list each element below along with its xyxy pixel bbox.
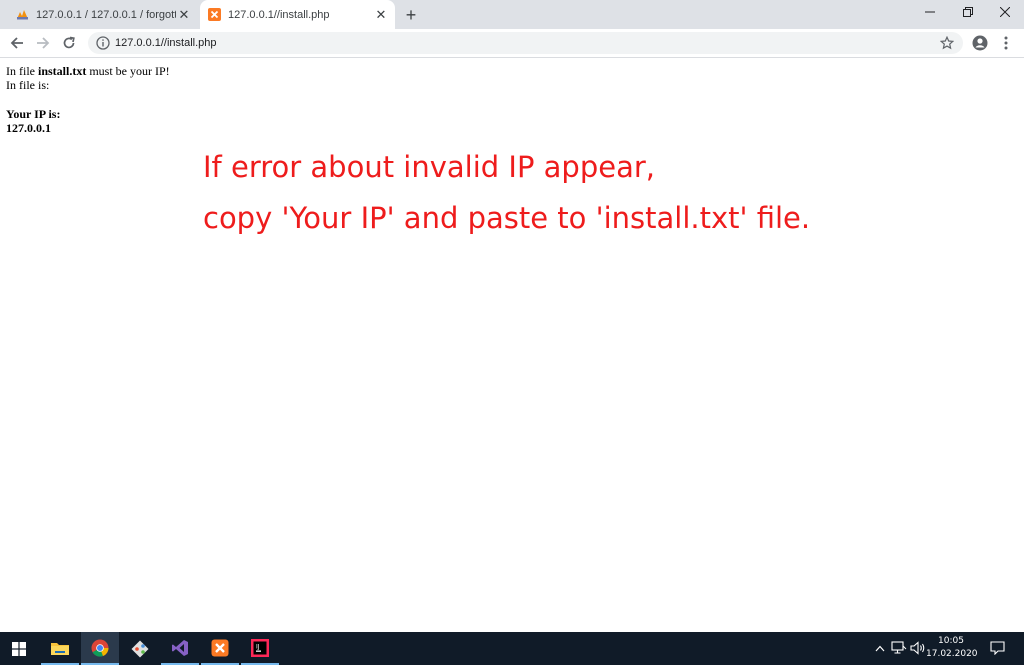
menu-button[interactable] <box>995 32 1017 54</box>
volume-icon[interactable] <box>910 640 926 656</box>
url-text: 127.0.0.1//install.php <box>115 37 217 49</box>
file-content-label: In file is: <box>6 78 50 92</box>
instruction-suffix: must be your IP! <box>86 64 170 78</box>
reload-button[interactable] <box>58 32 80 54</box>
more-vert-icon <box>1004 36 1008 50</box>
annotation-text: If error about invalid IP appear, copy '… <box>203 142 810 244</box>
ip-label: Your IP is: <box>6 107 61 121</box>
svg-text:IJ: IJ <box>256 643 260 650</box>
filename-text: install.txt <box>38 64 87 78</box>
chevron-up-icon[interactable] <box>872 640 888 656</box>
restore-button[interactable] <box>949 0 987 24</box>
clock-date: 17.02.2020 <box>926 649 978 659</box>
phpmyadmin-icon <box>16 8 29 21</box>
close-window-button[interactable] <box>986 0 1024 24</box>
minimize-button[interactable] <box>911 0 949 24</box>
network-icon[interactable] <box>891 640 907 656</box>
close-icon[interactable]: ✕ <box>176 7 192 23</box>
tab-title: 127.0.0.1//install.php <box>228 8 330 21</box>
system-clock[interactable]: 10:05 17.02.2020 <box>926 635 978 661</box>
instruction-prefix: In file <box>6 64 38 78</box>
chrome-icon[interactable] <box>81 632 119 665</box>
xampp-icon[interactable] <box>201 632 239 665</box>
ip-value: 127.0.0.1 <box>6 121 51 135</box>
taskbar: IJ 10:05 17.02.2020 <box>0 632 1024 665</box>
new-tab-button[interactable]: + <box>401 5 421 25</box>
instruction-line: In file install.txt must be your IP! <box>6 64 170 78</box>
file-explorer-icon[interactable] <box>41 632 79 665</box>
reload-icon <box>63 36 75 49</box>
tab-phpmyadmin[interactable]: 127.0.0.1 / 127.0.0.1 / forgottens ✕ <box>8 0 198 29</box>
intellij-icon[interactable]: IJ <box>241 632 279 665</box>
xampp-icon <box>208 8 221 21</box>
address-bar[interactable]: 127.0.0.1//install.php <box>88 32 963 54</box>
tab-strip: 127.0.0.1 / 127.0.0.1 / forgottens ✕ 127… <box>0 0 1024 29</box>
annotation-line-2: copy 'Your IP' and paste to 'install.txt… <box>203 201 811 235</box>
close-icon[interactable]: ✕ <box>373 7 389 23</box>
tab-install-php[interactable]: 127.0.0.1//install.php ✕ <box>200 0 395 29</box>
git-icon[interactable] <box>121 632 159 665</box>
windows-start-icon[interactable] <box>0 632 38 665</box>
notification-center-icon[interactable] <box>989 640 1005 656</box>
browser-toolbar: 127.0.0.1//install.php <box>0 29 1024 58</box>
forward-button[interactable] <box>32 32 54 54</box>
page-content: In file install.txt must be your IP! In … <box>0 58 1024 632</box>
profile-button[interactable] <box>969 32 991 54</box>
arrow-right-icon <box>37 37 50 49</box>
annotation-line-1: If error about invalid IP appear, <box>203 150 656 184</box>
arrow-left-icon <box>10 37 23 49</box>
bookmark-star-icon[interactable] <box>939 35 955 51</box>
back-button[interactable] <box>6 32 28 54</box>
account-icon <box>972 35 988 51</box>
clock-time: 10:05 <box>938 636 964 646</box>
visual-studio-icon[interactable] <box>161 632 199 665</box>
tab-title: 127.0.0.1 / 127.0.0.1 / forgottens <box>36 8 176 21</box>
info-icon <box>96 36 110 50</box>
